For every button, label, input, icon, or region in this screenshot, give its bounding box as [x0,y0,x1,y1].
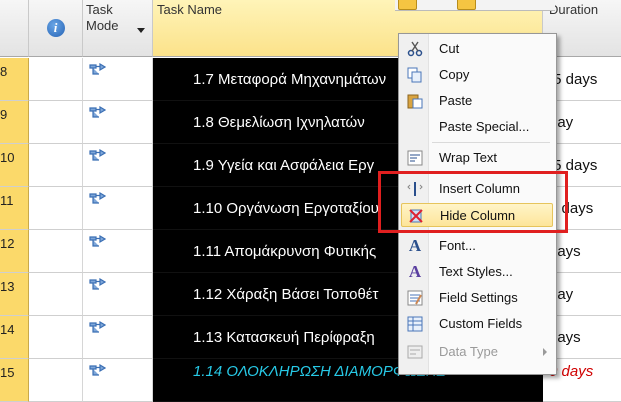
info-icon: i [46,19,65,37]
copy-icon [406,66,424,84]
menu-item-label: Cut [439,41,460,56]
menu-item-copy[interactable]: Copy [401,63,553,87]
menu-item-label: Custom Fields [439,316,523,331]
chevron-down-icon[interactable] [137,28,145,33]
row-id[interactable]: 13 [0,273,29,316]
menu-item-label: Paste [439,93,473,108]
menu-item-cut[interactable]: Cut [401,37,553,61]
menu-item-custom-fields[interactable]: Custom Fields [401,312,553,336]
menu-item-label: Wrap Text [439,150,498,165]
menu-item-label: Text Styles... [439,264,513,279]
auto-scheduled-task-icon [89,106,106,118]
auto-scheduled-task-icon [89,364,106,376]
highlight-annotation-box [378,171,568,233]
task-mode-header-label: Task Mode [86,2,119,33]
task-name-header-label: Task Name [157,2,223,17]
task-mode-cell[interactable] [83,230,153,273]
menu-item-paste-special[interactable]: Paste Special... [401,115,553,139]
row-id[interactable]: 8 [0,58,29,101]
align-left-button[interactable] [457,0,476,10]
gantt-sheet: i Task Mode Task Name Duration 8 1.7 Μετ… [0,0,621,402]
menu-item-paste[interactable]: Paste [401,89,553,113]
row-id[interactable]: 15 [0,359,29,402]
indicator-cell[interactable] [29,273,83,316]
task-mode-cell[interactable] [83,144,153,187]
menu-item-label: Font... [439,238,476,253]
field-settings-icon [406,289,424,307]
menu-item-label: Paste Special... [439,119,530,134]
task-mode-cell[interactable] [83,273,153,316]
custom-fields-icon [406,315,424,333]
menu-item-field-settings[interactable]: Field Settings [401,286,553,310]
auto-scheduled-task-icon [89,63,106,75]
data-type-icon [406,343,424,361]
text-styles-icon: A [408,262,422,281]
menu-item-label: Data Type [439,344,499,359]
menu-separator [432,142,550,143]
task-mode-cell[interactable] [83,101,153,144]
scissors-icon [406,40,424,58]
row-id[interactable]: 9 [0,101,29,144]
task-mode-cell[interactable] [83,316,153,359]
indicator-cell[interactable] [29,58,83,101]
indicator-cell[interactable] [29,187,83,230]
auto-scheduled-task-icon [89,235,106,247]
task-mode-cell[interactable] [83,187,153,230]
auto-scheduled-task-icon [89,278,106,290]
indicators-column-header[interactable]: i [29,0,83,57]
menu-item-label: Copy [439,67,470,82]
task-mode-cell[interactable] [83,359,153,402]
row-id[interactable]: 10 [0,144,29,187]
auto-scheduled-task-icon [89,149,106,161]
indicator-cell[interactable] [29,316,83,359]
menu-item-font[interactable]: A Font... [401,234,553,258]
row-id[interactable]: 14 [0,316,29,359]
duration-header-label: Duration [549,2,599,17]
indicator-cell[interactable] [29,101,83,144]
wrap-text-icon [406,149,424,167]
task-mode-cell[interactable] [83,58,153,101]
menu-item-data-type: Data Type [401,340,553,364]
indicator-cell[interactable] [29,144,83,187]
indicator-cell[interactable] [29,230,83,273]
indicator-cell[interactable] [29,359,83,402]
row-id[interactable]: 11 [0,187,29,230]
select-all-corner[interactable] [0,0,29,57]
format-ribbon-fragment [395,0,555,11]
task-mode-column-header[interactable]: Task Mode [83,0,153,57]
submenu-arrow-icon [543,348,547,356]
menu-item-label: Field Settings [439,290,518,305]
bold-button[interactable] [398,0,417,10]
row-id[interactable]: 12 [0,230,29,273]
auto-scheduled-task-icon [89,321,106,333]
menu-item-text-styles[interactable]: A Text Styles... [401,260,553,284]
font-icon: A [408,236,422,255]
menu-item-wrap-text[interactable]: Wrap Text [401,146,553,170]
paste-icon [406,92,424,110]
auto-scheduled-task-icon [89,192,106,204]
